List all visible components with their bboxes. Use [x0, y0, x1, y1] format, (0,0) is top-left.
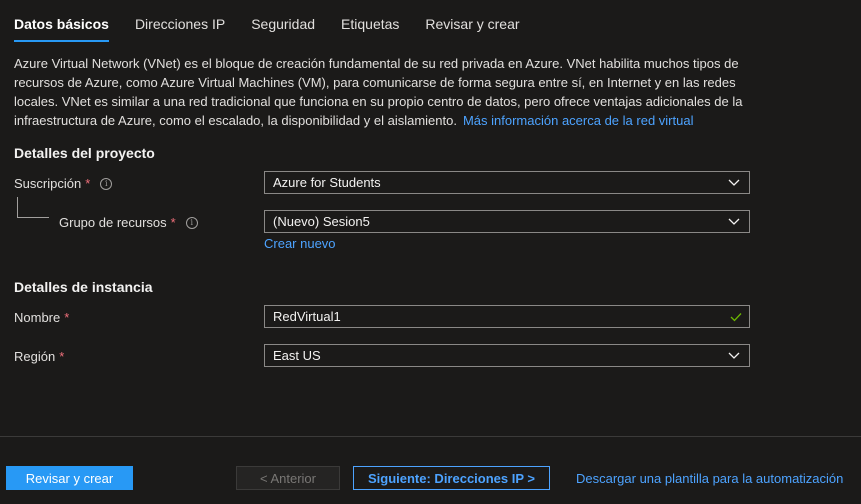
subscription-label-row: Suscripción * i: [14, 176, 113, 191]
required-marker: *: [170, 215, 176, 230]
tree-connector-horizontal: [17, 217, 49, 218]
resource-group-select[interactable]: (Nuevo) Sesion5: [264, 210, 750, 233]
name-value: RedVirtual1: [273, 309, 341, 324]
info-icon[interactable]: i: [100, 177, 113, 190]
create-new-link[interactable]: Crear nuevo: [264, 236, 336, 251]
tab-direcciones-ip[interactable]: Direcciones IP: [135, 16, 225, 44]
tab-datos-basicos[interactable]: Datos básicos: [14, 16, 109, 44]
info-icon[interactable]: i: [185, 216, 198, 229]
chevron-down-icon: [728, 179, 740, 186]
region-label-row: Región *: [14, 349, 64, 364]
region-label: Región: [14, 349, 56, 364]
required-marker: *: [85, 176, 91, 191]
tab-bar: Datos básicos Direcciones IP Seguridad E…: [14, 16, 546, 44]
tab-seguridad[interactable]: Seguridad: [251, 16, 315, 44]
description: Azure Virtual Network (VNet) es el bloqu…: [14, 54, 744, 130]
chevron-down-icon: [728, 218, 740, 225]
subscription-value: Azure for Students: [273, 175, 381, 190]
required-marker: *: [59, 349, 65, 364]
learn-more-link[interactable]: Más información acerca de la red virtual: [463, 113, 694, 128]
chevron-down-icon: [728, 352, 740, 359]
region-select[interactable]: East US: [264, 344, 750, 367]
download-template-link[interactable]: Descargar una plantilla para la automati…: [576, 471, 843, 486]
instance-details-heading: Detalles de instancia: [14, 279, 153, 295]
project-details-heading: Detalles del proyecto: [14, 145, 155, 161]
resource-group-value: (Nuevo) Sesion5: [273, 214, 370, 229]
review-create-button[interactable]: Revisar y crear: [6, 466, 133, 490]
resource-group-label-row: Grupo de recursos * i: [59, 215, 198, 230]
resource-group-label: Grupo de recursos: [59, 215, 167, 230]
subscription-label: Suscripción: [14, 176, 82, 191]
name-input[interactable]: RedVirtual1: [264, 305, 750, 328]
tab-revisar-y-crear[interactable]: Revisar y crear: [425, 16, 519, 44]
footer-divider: [0, 436, 861, 437]
previous-button[interactable]: < Anterior: [236, 466, 340, 490]
required-marker: *: [64, 310, 70, 325]
next-button[interactable]: Siguiente: Direcciones IP >: [353, 466, 550, 490]
tab-etiquetas[interactable]: Etiquetas: [341, 16, 399, 44]
tree-connector-vertical: [17, 197, 18, 217]
region-value: East US: [273, 348, 321, 363]
subscription-select[interactable]: Azure for Students: [264, 171, 750, 194]
name-label-row: Nombre *: [14, 310, 69, 325]
checkmark-icon: [730, 313, 742, 322]
name-label: Nombre: [14, 310, 61, 325]
